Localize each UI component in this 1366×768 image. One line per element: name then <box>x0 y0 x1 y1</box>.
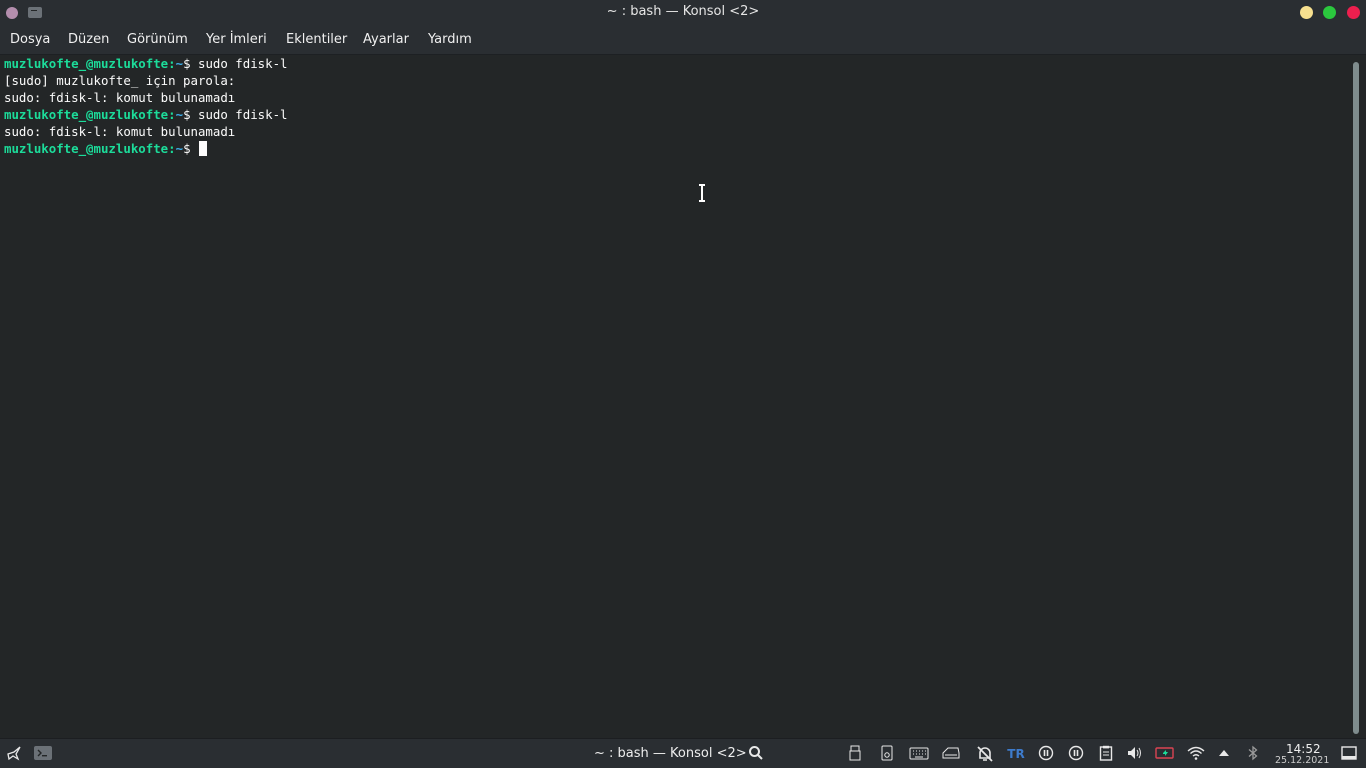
clock-time[interactable]: 14:52 <box>1286 742 1321 756</box>
volume-icon[interactable] <box>1126 745 1144 763</box>
expand-tray-icon[interactable] <box>1215 745 1233 763</box>
drive-icon[interactable] <box>941 745 961 763</box>
scrollbar-handle[interactable] <box>1353 62 1359 734</box>
prompt-path: ~ <box>175 107 184 122</box>
terminal-line: muzlukofte_@muzlukofte:~$ sudo fdisk-l <box>4 106 288 123</box>
terminal-line: sudo: fdisk-l: komut bulunamadı <box>4 124 236 139</box>
prompt-separator: : <box>168 107 176 122</box>
media-pause-icon[interactable] <box>1037 745 1055 763</box>
wifi-icon[interactable] <box>1186 745 1206 763</box>
command-text: $ sudo fdisk-l <box>183 56 288 71</box>
text-cursor <box>198 141 207 156</box>
mouse-ibeam-cursor <box>699 184 705 202</box>
command-text: $ sudo fdisk-l <box>183 107 288 122</box>
prompt-user: muzlukofte_@muzlukofte <box>4 107 169 122</box>
maximize-button[interactable] <box>1323 6 1336 19</box>
search-icon[interactable] <box>747 745 765 763</box>
menu-duzen[interactable]: Düzen <box>68 32 109 47</box>
konsole-task-icon[interactable] <box>33 745 53 763</box>
menu-yardim[interactable]: Yardım <box>428 32 472 47</box>
battery-icon[interactable] <box>1155 745 1175 763</box>
terminal-line: sudo: fdisk-l: komut bulunamadı <box>4 90 236 105</box>
menu-yer-imleri[interactable]: Yer İmleri <box>206 32 267 47</box>
clipboard-icon[interactable] <box>1097 745 1115 763</box>
prompt-path: ~ <box>175 56 184 71</box>
window-titlebar[interactable]: ~ : bash — Konsol <2> <box>0 0 1366 25</box>
close-button[interactable] <box>1347 6 1360 19</box>
window-title: ~ : bash — Konsol <2> <box>606 4 760 19</box>
notifications-off-icon[interactable] <box>976 745 994 763</box>
terminal-output[interactable]: muzlukofte_@muzlukofte:~$ sudo fdisk-l [… <box>0 55 1346 738</box>
usb-device-icon[interactable] <box>846 745 864 763</box>
terminal-line: muzlukofte_@muzlukofte:~$ sudo fdisk-l <box>4 55 288 72</box>
app-launcher-icon[interactable] <box>5 745 23 763</box>
prompt-separator: : <box>168 56 176 71</box>
menu-dosya[interactable]: Dosya <box>10 32 50 47</box>
keyboard-icon[interactable] <box>909 745 929 763</box>
show-desktop-icon[interactable] <box>1340 745 1358 763</box>
clock-date[interactable]: 25.12.2021 <box>1275 755 1329 766</box>
prompt-user: muzlukofte_@muzlukofte <box>4 56 169 71</box>
task-window-title[interactable]: ~ : bash — Konsol <2> <box>594 746 747 761</box>
terminal-line: muzlukofte_@muzlukofte:~$ <box>4 140 207 157</box>
keyboard-layout-indicator[interactable]: TR <box>1006 745 1026 763</box>
command-text: $ <box>183 141 191 156</box>
menu-ayarlar[interactable]: Ayarlar <box>363 32 409 47</box>
terminal-line: [sudo] muzlukofte_ için parola: <box>4 73 236 88</box>
media-pause-icon-2[interactable] <box>1067 745 1085 763</box>
menu-bar: Dosya Düzen Görünüm Yer İmleri Eklentile… <box>0 25 1366 55</box>
menu-gorunum[interactable]: Görünüm <box>127 32 188 47</box>
prompt-separator: : <box>168 141 176 156</box>
device-notifier-icon[interactable] <box>878 745 896 763</box>
bluetooth-icon[interactable] <box>1244 745 1262 763</box>
prompt-user: muzlukofte_@muzlukofte <box>4 141 169 156</box>
taskbar: ~ : bash — Konsol <2> TR 14:52 25.12.202… <box>0 738 1366 768</box>
prompt-path: ~ <box>175 141 184 156</box>
menu-eklentiler[interactable]: Eklentiler <box>286 32 347 47</box>
minimize-button[interactable] <box>1300 6 1313 19</box>
